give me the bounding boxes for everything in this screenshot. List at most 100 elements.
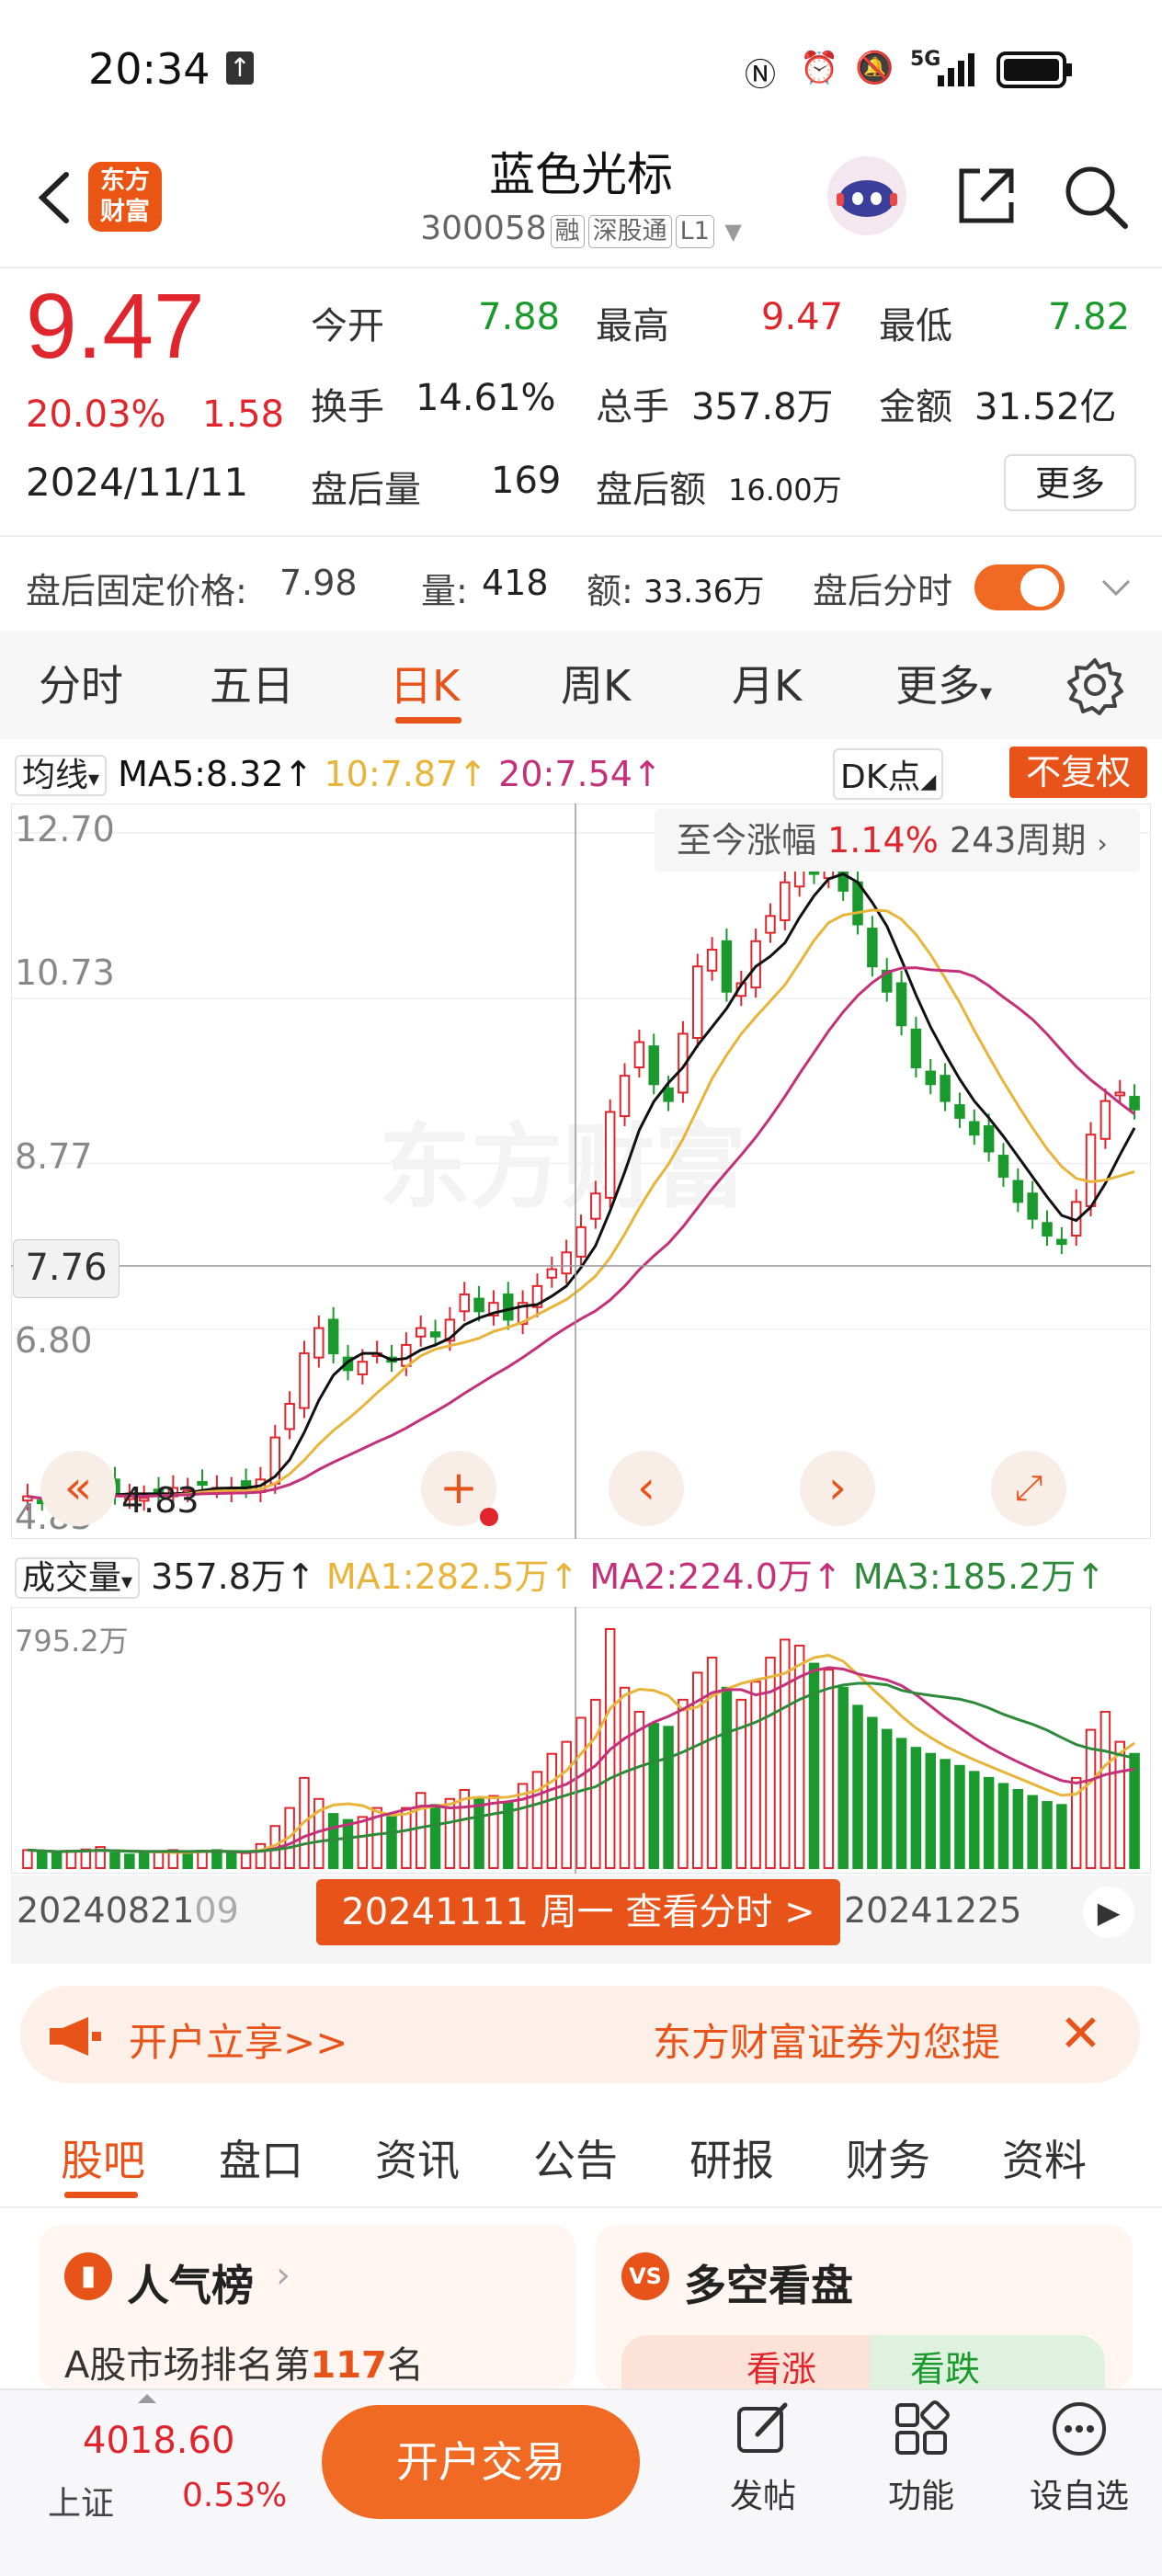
ma-type-selector[interactable]: 均线▾ <box>15 755 108 796</box>
tabs-divider <box>0 2206 1162 2208</box>
high-label: 最高 <box>596 305 669 348</box>
volume-bar <box>750 1681 761 1869</box>
volume-bar <box>940 1759 951 1869</box>
volume-bar <box>561 1740 572 1869</box>
edit-post-icon <box>737 2402 788 2453</box>
btab-orderbook[interactable]: 盘口 <box>219 2127 303 2188</box>
volume-bar <box>386 1816 397 1869</box>
settings-gear-icon[interactable] <box>1065 655 1125 715</box>
volume-bar <box>415 1792 427 1870</box>
date-start: 2024082109 <box>17 1890 239 1931</box>
more-button[interactable]: 更多 <box>1004 454 1136 511</box>
assistant-avatar[interactable] <box>827 156 906 235</box>
period-change-chip[interactable]: 至今涨幅 1.14% 243周期 › <box>655 809 1140 872</box>
current-price: 9.47 <box>26 275 205 378</box>
candle-body <box>604 1111 616 1199</box>
tab-intraday[interactable]: 分时 <box>39 653 123 713</box>
fullscreen-icon[interactable]: ⤢ <box>991 1451 1066 1526</box>
index-percent[interactable]: 0.53% <box>182 2477 287 2514</box>
btab-news[interactable]: 资讯 <box>375 2127 460 2188</box>
fixed-price-label: 盘后固定价格: <box>26 571 247 611</box>
volume-bar: 成交量▾ 357.8万↑ MA1:282.5万↑ MA2:224.0万↑ MA3… <box>15 1548 1105 1599</box>
search-icon[interactable] <box>1061 162 1131 232</box>
tab-five-day[interactable]: 五日 <box>210 653 294 713</box>
candle-body <box>633 1041 645 1069</box>
candle-body <box>721 940 733 993</box>
volume-bar <box>153 1851 165 1869</box>
banner-close-icon[interactable]: ✕ <box>1059 2004 1102 2064</box>
next-icon[interactable]: › <box>800 1451 875 1526</box>
open-account-trade-button[interactable]: 开户交易 <box>322 2405 640 2519</box>
collapse-left-icon[interactable]: « <box>40 1451 116 1526</box>
volume-type-selector[interactable]: 成交量▾ <box>15 1557 141 1599</box>
candle-body <box>867 928 878 968</box>
volume-ma3: MA3:185.2万↑ <box>852 1556 1106 1597</box>
tab-daily-k[interactable]: 日K <box>390 653 460 713</box>
min-price-label: 4.83 <box>121 1480 199 1521</box>
prev-icon[interactable]: ‹ <box>609 1451 684 1526</box>
ah-amount-label: 盘后额 <box>596 469 706 511</box>
volume-bar <box>1056 1804 1067 1869</box>
high-value: 9.47 <box>761 296 844 338</box>
ah-volume-value: 169 <box>491 460 562 502</box>
amount-value: 31.52亿 <box>974 386 1117 428</box>
volume-bar <box>124 1853 135 1870</box>
tab-monthly-k[interactable]: 月K <box>732 653 802 713</box>
view-intraday-pill[interactable]: 20241111 周一 查看分时 > <box>316 1879 840 1945</box>
stock-name: 蓝色光标 <box>489 148 673 201</box>
volume-bar <box>22 1849 33 1869</box>
toggle-knob <box>1020 568 1059 607</box>
index-up-icon <box>138 2394 156 2403</box>
stock-code-line[interactable]: 300058 融深股通 L1 ▼ <box>386 210 776 248</box>
btab-financials[interactable]: 财务 <box>846 2127 930 2188</box>
candle-body <box>313 1327 325 1359</box>
tab-more[interactable]: 更多▾ <box>895 653 992 713</box>
volume-bar <box>240 1852 252 1869</box>
expand-chevron-icon[interactable] <box>1098 574 1134 601</box>
y-axis-label-3: 6.80 <box>15 1320 93 1361</box>
ma-caret-icon: ▾ <box>88 766 100 792</box>
candle-body <box>706 948 718 972</box>
btab-forum[interactable]: 股吧 <box>61 2127 145 2188</box>
upload-icon: ↑ <box>226 51 254 85</box>
banner-left-text[interactable]: 开户立享>> <box>129 2012 347 2068</box>
bear-bar[interactable] <box>870 2335 1105 2388</box>
back-icon[interactable] <box>28 156 83 239</box>
volume-bar <box>895 1738 907 1869</box>
candle-body <box>925 1070 937 1086</box>
nav-function[interactable]: 功能 <box>848 2399 995 2517</box>
volume-bar <box>852 1704 863 1869</box>
candle-body <box>1099 1100 1111 1140</box>
nav-watchlist[interactable]: 设自选 <box>1006 2399 1153 2517</box>
volume-value: 357.8万 <box>691 386 834 428</box>
candle-body <box>1129 1096 1140 1111</box>
ranking-icon: ▮ <box>64 2252 112 2300</box>
candle-body <box>546 1268 558 1279</box>
volume-chart[interactable] <box>11 1607 1151 1874</box>
index-value[interactable]: 4018.60 <box>83 2420 234 2462</box>
candle-body <box>895 982 907 1027</box>
date-scroll-right-icon[interactable]: ▶ <box>1083 1886 1134 1938</box>
share-icon[interactable] <box>952 162 1020 230</box>
kline-chart[interactable]: 东方财富 <box>11 804 1151 1539</box>
y-axis-label-0: 12.70 <box>15 809 115 849</box>
tab-weekly-k[interactable]: 周K <box>561 653 631 713</box>
more-dots-icon <box>1053 2402 1106 2456</box>
volume-max-label: 795.2万 <box>15 1624 129 1658</box>
volume-bar <box>663 1726 674 1869</box>
volume-caret-icon: ▾ <box>121 1568 133 1594</box>
volume-bar <box>954 1764 965 1870</box>
index-name[interactable]: 上证 <box>48 2477 114 2525</box>
btab-research[interactable]: 研报 <box>689 2127 774 2188</box>
date-end: 20241225 <box>844 1890 1022 1931</box>
bull-bar[interactable] <box>621 2335 870 2388</box>
dk-point-selector[interactable]: DK点◢ <box>833 748 944 800</box>
btab-profile[interactable]: 资料 <box>1002 2127 1087 2188</box>
banner-right-text[interactable]: 东方财富证券为您提 <box>653 2012 1000 2068</box>
summary-value: 1.14% <box>827 820 939 861</box>
candle-body <box>940 1075 951 1102</box>
volume-bar <box>633 1710 645 1869</box>
nav-post[interactable]: 发帖 <box>689 2399 837 2517</box>
no-adjust-button[interactable]: 不复权 <box>1009 747 1147 798</box>
btab-announcements[interactable]: 公告 <box>533 2127 618 2188</box>
